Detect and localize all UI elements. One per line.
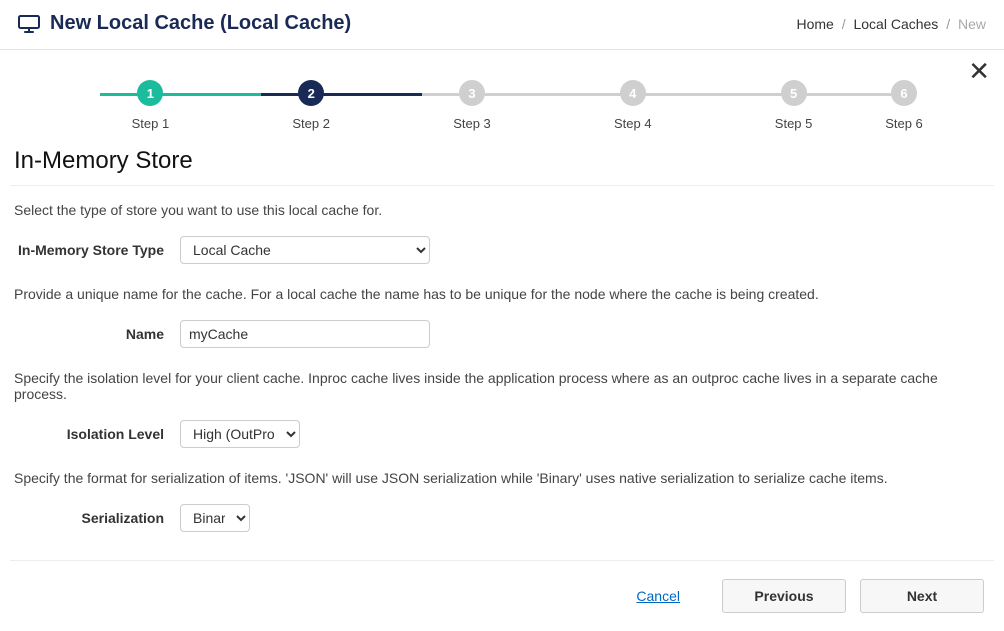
step-wrap: 4 Step 4 [552,80,713,131]
breadcrumb-home[interactable]: Home [796,16,833,32]
isolation-label: Isolation Level [10,426,180,442]
previous-button[interactable]: Previous [722,579,846,613]
breadcrumb-current: New [958,16,986,32]
store-type-label: In-Memory Store Type [10,242,180,258]
row-isolation: Isolation Level High (OutProc) [10,420,994,448]
step-1[interactable]: 1 Step 1 [120,80,180,131]
row-store-type: In-Memory Store Type Local Cache [10,236,994,264]
step-circle: 3 [459,80,485,106]
wizard-panel: ✕ 1Step 12Step 23Step 34Step 45Step 56St… [0,50,1004,631]
name-help: Provide a unique name for the cache. For… [14,286,990,302]
step-wrap: 6 Step 6 [874,80,934,131]
serialization-select[interactable]: Binary [180,504,250,532]
name-label: Name [10,326,180,342]
name-input[interactable] [180,320,430,348]
cancel-link[interactable]: Cancel [636,588,680,604]
step-4[interactable]: 4 Step 4 [603,80,663,131]
step-label: Step 5 [775,116,813,131]
step-circle: 6 [891,80,917,106]
step-label: Step 4 [614,116,652,131]
step-wrap: 1 Step 1 [70,80,231,131]
step-label: Step 6 [885,116,923,131]
stepper: 1 Step 1 2 Step 2 3 Step 3 4 Step 4 5 Step 5 6 Step… [10,50,994,141]
step-circle: 1 [137,80,163,106]
breadcrumb-sep: / [946,16,950,32]
serialization-label: Serialization [10,510,180,526]
monitor-icon [18,15,40,33]
step-label: Step 2 [292,116,330,131]
row-serialization: Serialization Binary [10,504,994,532]
section-title: In-Memory Store [10,141,994,186]
isolation-help: Specify the isolation level for your cli… [14,370,990,402]
wizard-footer: Cancel Previous Next [10,560,994,613]
store-type-select[interactable]: Local Cache [180,236,430,264]
next-button[interactable]: Next [860,579,984,613]
isolation-select[interactable]: High (OutProc) [180,420,300,448]
page-header: New Local Cache (Local Cache) Home / Loc… [0,0,1004,50]
breadcrumb-sep: / [842,16,846,32]
step-label: Step 3 [453,116,491,131]
step-3[interactable]: 3 Step 3 [442,80,502,131]
step-circle: 5 [781,80,807,106]
step-circle: 2 [298,80,324,106]
breadcrumb-local-caches[interactable]: Local Caches [853,16,938,32]
row-name: Name [10,320,994,348]
page-root: New Local Cache (Local Cache) Home / Loc… [0,0,1004,631]
step-wrap: 3 Step 3 [392,80,553,131]
header-left: New Local Cache (Local Cache) [18,12,351,35]
step-circle: 4 [620,80,646,106]
step-wrap: 2 Step 2 [231,80,392,131]
step-6[interactable]: 6 Step 6 [874,80,934,131]
store-type-help: Select the type of store you want to use… [14,202,990,218]
breadcrumb: Home / Local Caches / New [796,16,986,32]
page-title: New Local Cache (Local Cache) [50,12,351,35]
step-wrap: 5 Step 5 [713,80,874,131]
serialization-help: Specify the format for serialization of … [14,470,990,486]
step-5[interactable]: 5 Step 5 [764,80,824,131]
step-2[interactable]: 2 Step 2 [281,80,341,131]
step-label: Step 1 [132,116,170,131]
